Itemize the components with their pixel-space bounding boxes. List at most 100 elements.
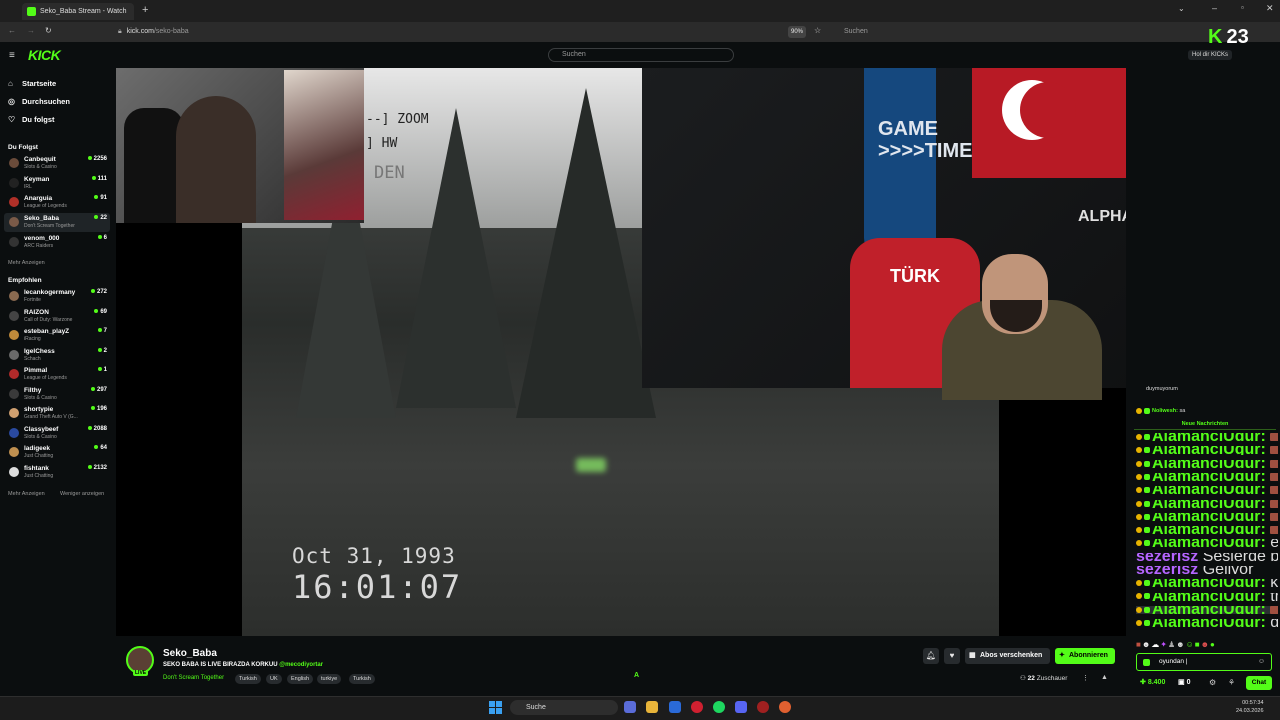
stream-category[interactable]: Don't Scream Together [163,675,224,681]
opera-icon[interactable] [691,701,703,713]
recommended-channel[interactable]: Classybeef Slots & Casino 2088 [4,424,110,443]
taskbar-search[interactable]: Suche [510,700,618,715]
stream-tag[interactable]: turkiye [317,674,342,684]
avatar [9,428,19,438]
chat-user[interactable]: AlamancıUgur: [1152,446,1266,454]
back-icon[interactable]: ← [8,26,16,35]
recommended-channel[interactable]: fishtank Just Chatting 2132 [4,463,110,482]
chat-user[interactable]: AlamancıUgur: [1152,593,1266,601]
notification-bell-button[interactable]: 🔔︎ [923,648,939,664]
emote-icon[interactable]: ☁ [1151,640,1160,649]
recommended-channel[interactable]: shortypie Grand Theft Auto V (G... 196 [4,404,110,423]
show-more-following[interactable]: Mehr Anzeigen [8,260,45,266]
emoji-picker-icon[interactable]: ☺ [1258,654,1265,670]
close-icon[interactable]: ✕ [1266,3,1274,14]
minimize-icon[interactable]: – [1212,3,1217,13]
chat-user[interactable]: AlamancıUgur: [1152,513,1266,521]
emote-icon[interactable]: ✦ [1160,640,1168,649]
avatar [9,197,19,207]
chat-user[interactable]: AlamancıUgur: [1152,606,1266,614]
send-chat-button[interactable]: Chat [1246,676,1272,690]
chat-input-badge-icon [1143,659,1150,666]
browser-tab[interactable]: Seko_Baba Stream - Watch [22,3,134,20]
chat-gift-icon[interactable]: ⚘ [1228,678,1235,687]
menu-icon[interactable]: ≡ [9,50,15,61]
gift-subs-button[interactable]: ▦ Abos verschenken [965,648,1050,664]
windows-start-icon[interactable] [489,701,502,714]
chat-user[interactable]: Noliwesh: [1152,408,1178,414]
report-icon[interactable]: ▲ [1101,674,1108,681]
chat-user[interactable]: AlamancıUgur: [1152,433,1266,441]
kicks-balance[interactable]: ▣ 0 [1178,678,1190,686]
following-channel[interactable]: venom_000 ARC Raiders 6 [4,233,110,252]
maximize-icon[interactable]: ▫ [1241,3,1244,12]
following-channel-active[interactable]: Seko_Baba Don't Scream Together 22 [4,213,110,232]
app-icon[interactable] [757,701,769,713]
teams-icon[interactable] [624,701,636,713]
chat-user[interactable]: sezerlsz [1136,566,1198,574]
show-more-recommended[interactable]: Mehr Anzeigen [8,491,45,497]
tab-list-icon[interactable]: ⌄ [1178,4,1185,13]
follow-heart-button[interactable]: ♥ [944,648,960,664]
nav-following[interactable]: ♡ Du folgst [8,115,55,124]
chat-input[interactable]: oyundan | ☺ [1136,653,1272,671]
chat-settings-icon[interactable]: ⚙ [1209,678,1216,687]
file-explorer-icon[interactable] [646,701,658,713]
chat-user[interactable]: AlamancıUgur: [1152,579,1266,587]
emote-icon[interactable]: ☻ [1176,640,1185,649]
spotify-icon[interactable] [713,701,725,713]
nav-home[interactable]: ⌂ Startseite [8,79,56,88]
stream-tag[interactable]: English [287,674,314,684]
video-player[interactable]: --] ZOOM ] HW DEN Oct 31, 1993 16:01:07 … [116,68,1126,636]
channel-points[interactable]: ✚ 8.400 [1140,678,1165,686]
new-tab-icon[interactable]: + [142,4,148,16]
show-less-recommended[interactable]: Weniger anzeigen [60,491,104,497]
chat-user[interactable]: AlamancıUgur: [1152,486,1266,494]
chat-user[interactable]: AlamancıUgur: [1152,500,1266,508]
chat-user[interactable]: AlamancıUgur: [1152,473,1266,481]
mail-icon[interactable] [669,701,681,713]
chat-user[interactable]: AlamancıUgur: [1152,539,1266,547]
chat-user[interactable]: AlamancıUgur: [1152,526,1266,534]
nav-browse[interactable]: ◎ Durchsuchen [8,97,70,106]
viewer-count: ⚇ 22 Zuschauer [1020,674,1067,682]
recommended-channel[interactable]: ladigeek Just Chatting 64 [4,443,110,462]
recommended-channel[interactable]: IgelChess Schach 2 [4,346,110,365]
emote-icon[interactable]: ☺ [1186,640,1195,649]
reload-icon[interactable]: ↻ [45,26,52,35]
new-messages-divider[interactable]: Neue Nachrichten [1134,420,1276,430]
stream-tag[interactable]: Turkish [349,674,375,684]
following-channel[interactable]: Keyman IRL 111 [4,174,110,193]
stream-tag[interactable]: Turkish [235,674,261,684]
firefox-icon[interactable] [779,701,791,713]
emote-icon[interactable]: ● [1210,640,1216,649]
kick-logo[interactable]: KICK [28,47,61,63]
zoom-badge[interactable]: 90% [788,26,806,38]
chat-user[interactable]: AlamancıUgur: [1152,619,1266,627]
chat-message-list: AlamancıUgur: AlamancıUgur: AlamancıUgur… [1130,433,1280,633]
chat-user[interactable]: AlamancıUgur: [1152,460,1266,468]
recommended-channel[interactable]: Pimmal League of Legends 1 [4,365,110,384]
get-kicks-button[interactable]: Hol dir KICKs [1188,50,1233,60]
browser-search-field[interactable]: Suchen [830,25,1124,39]
recommended-channel[interactable]: Filthy Slots & Casino 297 [4,385,110,404]
chat-user[interactable]: sezerlsz [1136,553,1198,561]
emote-icon[interactable]: ☻ [1142,640,1151,649]
streamer-name[interactable]: Seko_Baba [163,648,217,659]
site-search-input[interactable]: Suchen [548,48,734,62]
recommended-channel[interactable]: esteban_playZ iRacing 7 [4,326,110,345]
recommended-channel[interactable]: lecankogermany Fortnite 272 [4,287,110,306]
following-channel[interactable]: Anarguia League of Legends 91 [4,193,110,212]
bookmark-star-icon[interactable]: ☆ [814,26,821,35]
url-field[interactable]: 🔒︎ kick.com/seko-baba [118,25,628,39]
discord-icon[interactable] [735,701,747,713]
subscribe-button[interactable]: ✦ Abonnieren [1055,648,1115,664]
stream-tag[interactable]: UK [266,674,282,684]
more-options-icon[interactable]: ⋮ [1082,674,1089,682]
recommended-channel[interactable]: RAIZON Call of Duty: Warzone 69 [4,307,110,326]
stream-title-mention[interactable]: @mecodiyortar [279,662,323,668]
forward-icon[interactable]: → [27,26,35,35]
emote-icon[interactable]: ☻ [1201,640,1210,649]
following-channel[interactable]: Canbequit Slots & Casino 2256 [4,154,110,173]
emote-icon[interactable]: ♟ [1168,640,1176,649]
